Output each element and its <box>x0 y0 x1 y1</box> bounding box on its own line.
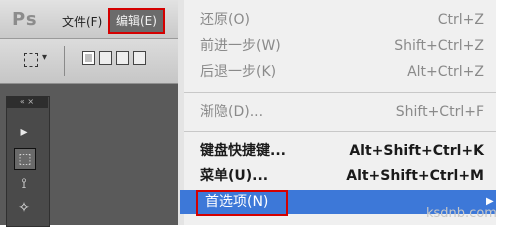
menu-item-shortcut: Alt+Shift+Ctrl+M <box>346 168 484 184</box>
photoshop-logo: Ps <box>12 9 38 30</box>
menu-item-fade[interactable]: 渐隐(D)... Shift+Ctrl+F <box>200 101 496 123</box>
move-tool-icon[interactable]: ▸ <box>14 122 34 142</box>
page-margin <box>496 0 512 225</box>
menu-item-shortcut: Alt+Shift+Ctrl+K <box>349 143 484 159</box>
menu-item-label: 键盘快捷键... <box>200 143 286 159</box>
menu-item-shortcut: Ctrl+Z <box>437 12 484 28</box>
menu-item-step-backward[interactable]: 后退一步(K) Alt+Ctrl+Z <box>200 61 496 83</box>
menu-item-keyboard-shortcuts[interactable]: 键盘快捷键... Alt+Shift+Ctrl+K <box>200 140 496 162</box>
menu-item-label: 还原(O) <box>200 12 250 28</box>
tools-panel-header[interactable]: « × <box>6 96 48 108</box>
options-divider <box>64 46 65 76</box>
menu-item-shortcut: Alt+Ctrl+Z <box>407 64 484 80</box>
tool-preset-dropdown-icon[interactable]: ▾ <box>42 52 47 63</box>
menu-item-shortcut: Shift+Ctrl+Z <box>394 38 484 54</box>
menu-edit[interactable]: 编辑(E) <box>108 8 165 34</box>
menu-item-label: 菜单(U)... <box>200 168 269 184</box>
menu-divider <box>184 92 496 93</box>
new-selection-icon[interactable] <box>82 51 95 65</box>
add-to-selection-icon[interactable] <box>99 51 112 65</box>
menu-item-label: 渐隐(D)... <box>200 104 264 120</box>
rect-marquee-icon[interactable] <box>24 53 38 67</box>
quick-select-tool-icon[interactable]: ✧ <box>14 198 34 218</box>
menu-bar: Ps 文件(F) 编辑(E) <box>0 0 178 39</box>
menu-item-shortcut: Shift+Ctrl+F <box>395 104 484 120</box>
menu-file[interactable]: 文件(F) <box>62 13 102 30</box>
lasso-tool-icon[interactable]: ⟟ <box>14 174 34 194</box>
menu-item-label: 前进一步(W) <box>200 38 281 54</box>
menu-item-step-forward[interactable]: 前进一步(W) Shift+Ctrl+Z <box>200 35 496 57</box>
menu-item-undo[interactable]: 还原(O) Ctrl+Z <box>200 9 496 31</box>
subtract-selection-icon[interactable] <box>116 51 129 65</box>
menu-item-label: 后退一步(K) <box>200 64 277 80</box>
intersect-selection-icon[interactable] <box>133 51 146 65</box>
marquee-tool-icon[interactable]: ⬚ <box>14 148 36 170</box>
watermark: ksdnb.com <box>426 206 497 221</box>
menu-divider <box>184 131 496 132</box>
menu-item-menus[interactable]: 菜单(U)... Alt+Shift+Ctrl+M <box>200 165 496 187</box>
annotation-highlight-box <box>196 190 288 216</box>
